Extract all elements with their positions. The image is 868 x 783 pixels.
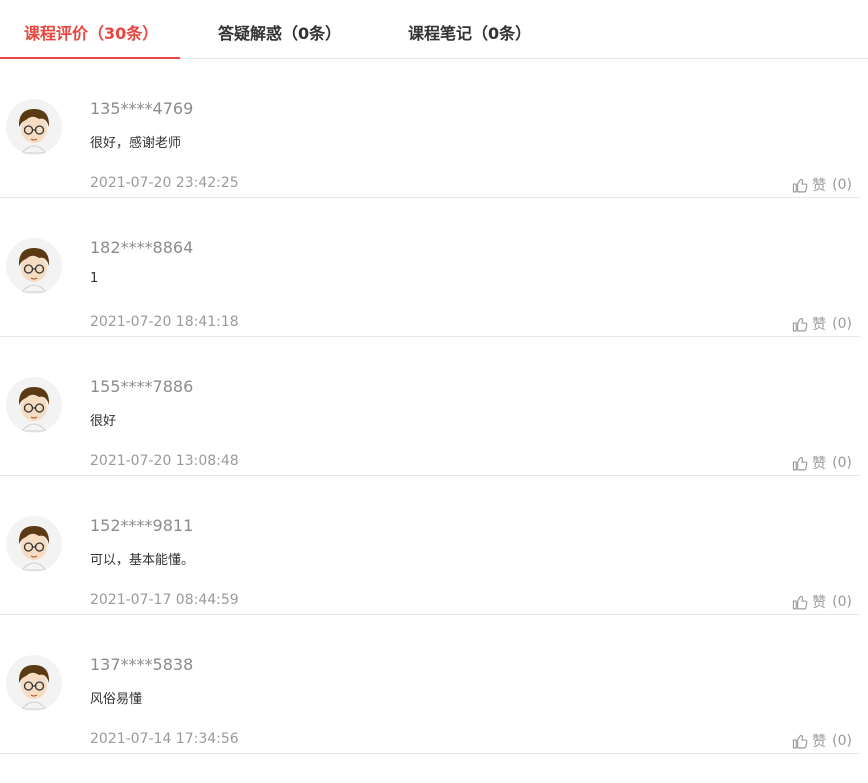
comment-username: 152****9811 bbox=[90, 516, 194, 535]
like-count: (0) bbox=[832, 316, 852, 332]
like-label: 赞 bbox=[812, 595, 827, 611]
comment-username: 182****8864 bbox=[90, 238, 194, 257]
like-label: 赞 bbox=[812, 734, 827, 750]
like-button[interactable]: 赞 (0) bbox=[792, 314, 852, 334]
tab-course-review[interactable]: 课程评价（30条） bbox=[24, 0, 158, 58]
tab-bar: 课程评价（30条） 答疑解惑（0条） 课程笔记（0条） bbox=[0, 0, 868, 59]
comment-username: 137****5838 bbox=[90, 655, 194, 674]
like-count: (0) bbox=[832, 177, 852, 193]
like-button[interactable]: 赞 (0) bbox=[792, 731, 852, 751]
comment-username: 135****4769 bbox=[90, 99, 194, 118]
comment-item: 152****9811 可以，基本能懂。 2021-07-17 08:44:59… bbox=[0, 476, 860, 615]
comment-content: 很好 bbox=[90, 414, 117, 429]
comment-item: 137****5838 风俗易懂 2021-07-14 17:34:56 赞 (… bbox=[0, 615, 860, 754]
comment-timestamp: 2021-07-14 17:34:56 bbox=[90, 731, 239, 747]
avatar-icon bbox=[6, 238, 62, 294]
comment-username: 155****7886 bbox=[90, 377, 194, 396]
avatar-icon bbox=[6, 377, 62, 433]
comment-content: 可以，基本能懂。 bbox=[90, 553, 195, 568]
comment-item: 182****8864 1 2021-07-20 18:41:18 赞 (0) bbox=[0, 198, 860, 337]
like-button[interactable]: 赞 (0) bbox=[792, 175, 852, 195]
comment-timestamp: 2021-07-20 18:41:18 bbox=[90, 314, 239, 330]
like-label: 赞 bbox=[812, 317, 827, 333]
thumbs-up-icon bbox=[793, 317, 808, 331]
like-count: (0) bbox=[832, 733, 852, 749]
tab-course-notes[interactable]: 课程笔记（0条） bbox=[408, 0, 531, 58]
comment-content: 很好，感谢老师 bbox=[90, 136, 182, 151]
like-button[interactable]: 赞 (0) bbox=[792, 453, 852, 473]
like-button[interactable]: 赞 (0) bbox=[792, 592, 852, 612]
comment-content: 风俗易懂 bbox=[90, 692, 143, 707]
avatar-icon bbox=[6, 655, 62, 711]
comment-list: 135****4769 很好，感谢老师 2021-07-20 23:42:25 … bbox=[0, 59, 868, 754]
comment-timestamp: 2021-07-17 08:44:59 bbox=[90, 592, 239, 608]
like-label: 赞 bbox=[812, 456, 827, 472]
thumbs-up-icon bbox=[793, 595, 808, 609]
like-count: (0) bbox=[832, 455, 852, 471]
comment-content: 1 bbox=[90, 271, 99, 286]
thumbs-up-icon bbox=[793, 178, 808, 192]
comment-timestamp: 2021-07-20 23:42:25 bbox=[90, 175, 239, 191]
thumbs-up-icon bbox=[793, 456, 808, 470]
thumbs-up-icon bbox=[793, 734, 808, 748]
tab-qa[interactable]: 答疑解惑（0条） bbox=[218, 0, 341, 58]
comment-item: 135****4769 很好，感谢老师 2021-07-20 23:42:25 … bbox=[0, 59, 860, 198]
avatar-icon bbox=[6, 516, 62, 572]
avatar-icon bbox=[6, 99, 62, 155]
like-label: 赞 bbox=[812, 178, 827, 194]
comment-timestamp: 2021-07-20 13:08:48 bbox=[90, 453, 239, 469]
comment-item: 155****7886 很好 2021-07-20 13:08:48 赞 (0) bbox=[0, 337, 860, 476]
like-count: (0) bbox=[832, 594, 852, 610]
